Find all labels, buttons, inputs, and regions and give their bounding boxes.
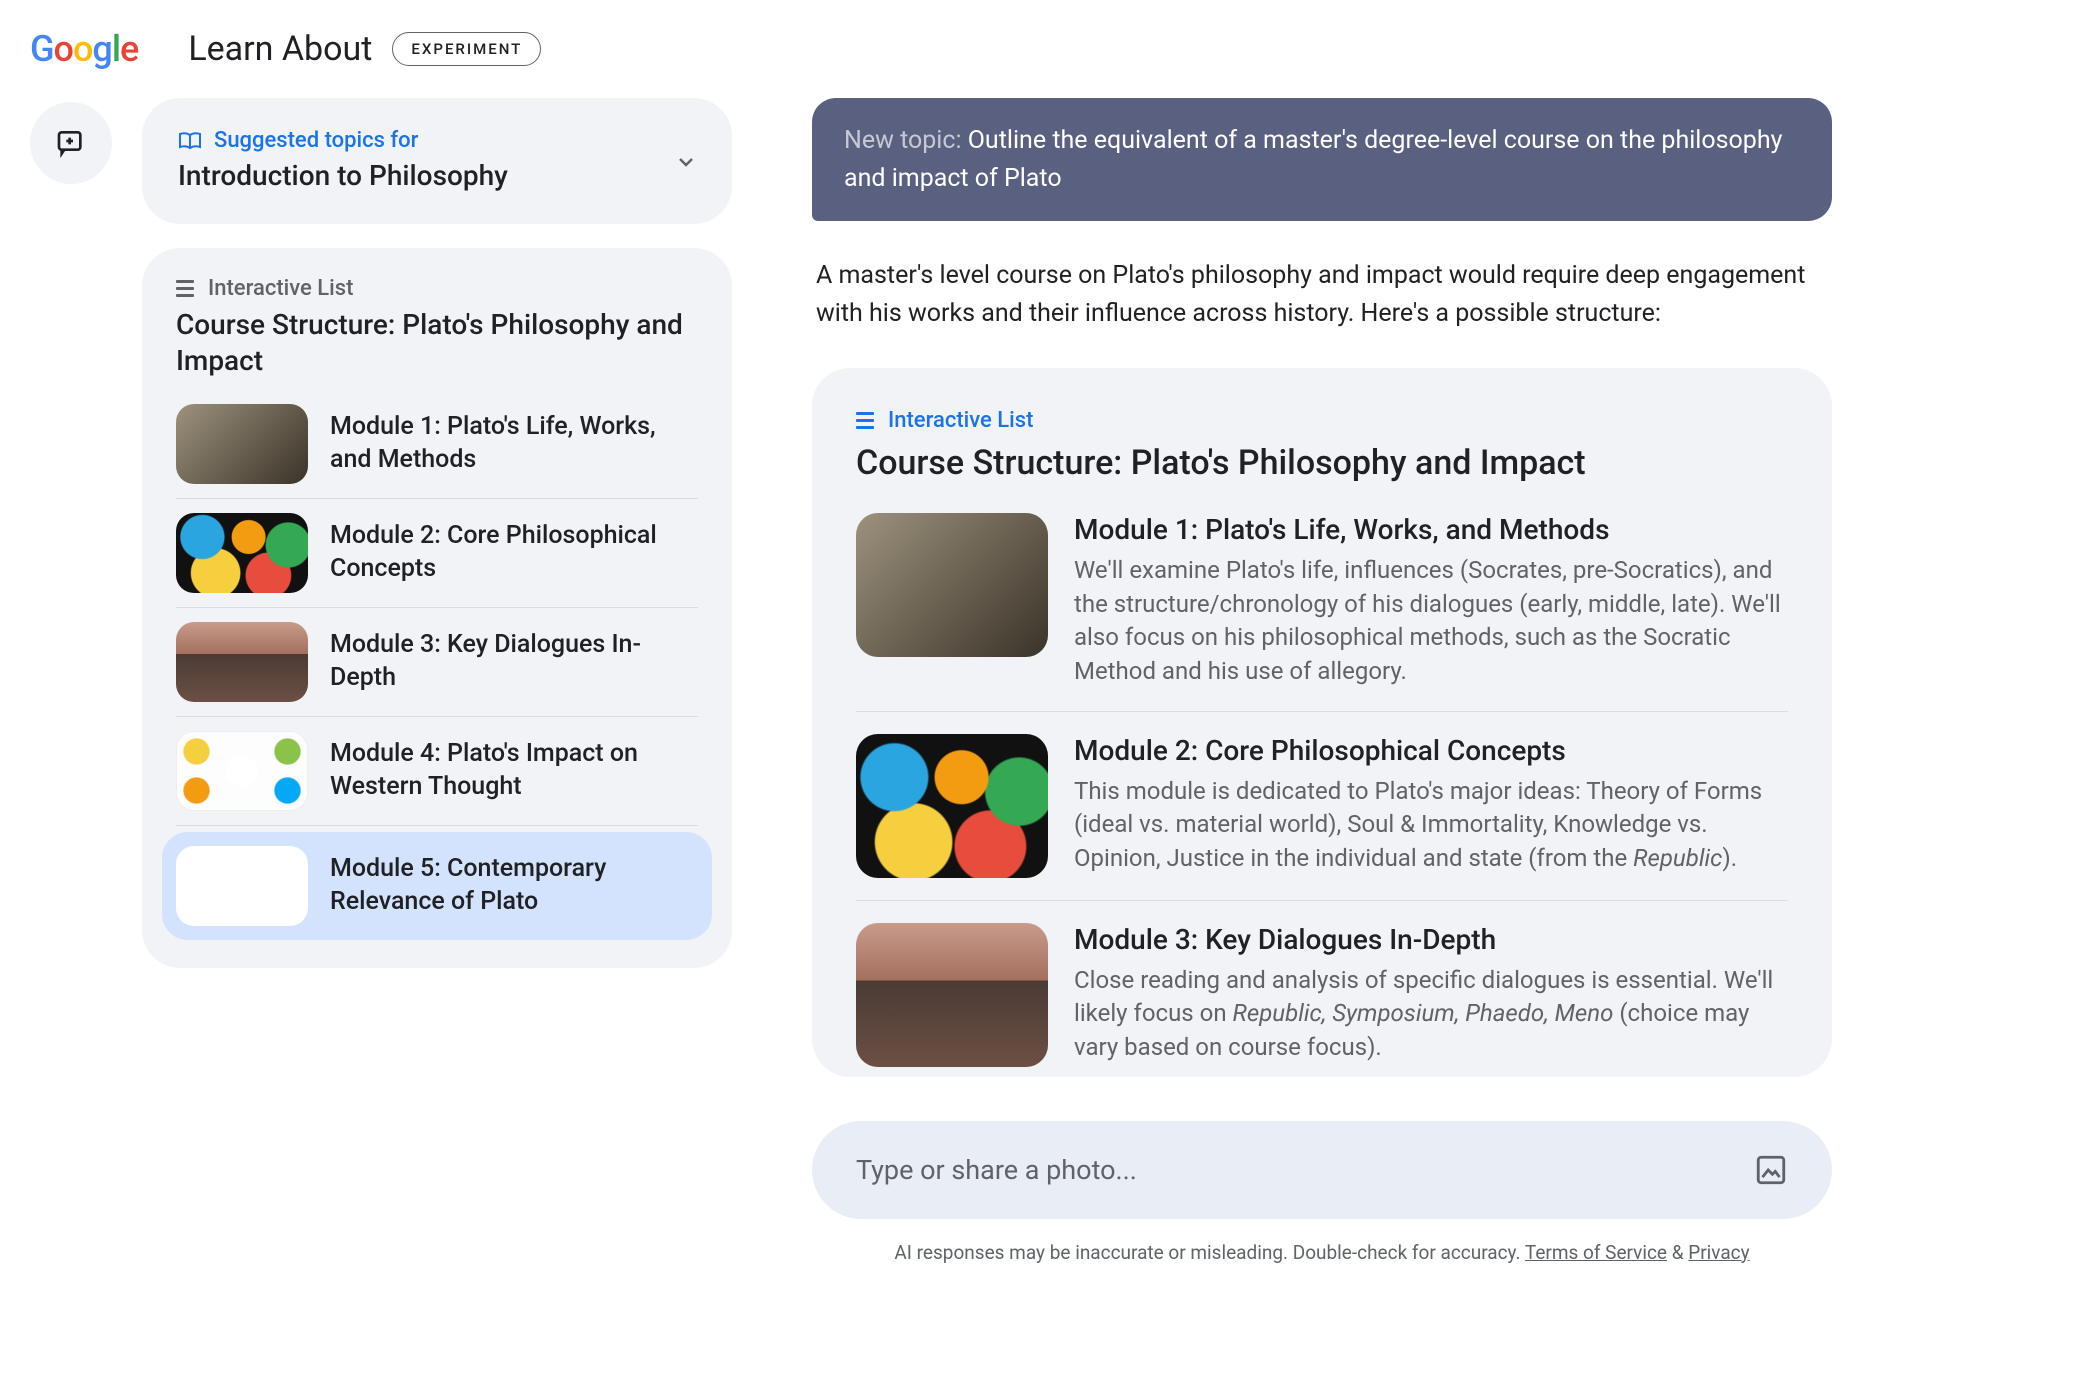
main-item-title: Module 2: Core Philosophical Concepts xyxy=(1074,734,1788,767)
main-item-module-2[interactable]: Module 2: Core Philosophical Concepts Th… xyxy=(856,712,1788,901)
interactive-list-label: Interactive List xyxy=(856,408,1788,433)
suggested-label: Suggested topics for xyxy=(178,128,508,153)
image-upload-icon[interactable] xyxy=(1754,1153,1788,1187)
chat-input[interactable]: Type or share a photo... xyxy=(812,1121,1832,1219)
new-chat-button[interactable] xyxy=(30,102,112,184)
main-item-module-3[interactable]: Module 3: Key Dialogues In-Depth Close r… xyxy=(856,901,1788,1067)
new-chat-icon xyxy=(55,127,87,159)
terms-link[interactable]: Terms of Service xyxy=(1525,1241,1667,1264)
list-icon xyxy=(176,280,194,297)
book-icon xyxy=(178,131,202,151)
module-thumbnail xyxy=(176,404,308,484)
sidebar-item-module-4[interactable]: Module 4: Plato's Impact on Western Thou… xyxy=(176,717,698,826)
main-item-title: Module 3: Key Dialogues In-Depth xyxy=(1074,923,1788,956)
main-item-title: Module 1: Plato's Life, Works, and Metho… xyxy=(1074,513,1788,546)
chevron-down-icon[interactable] xyxy=(674,128,698,181)
main-item-module-1[interactable]: Module 1: Plato's Life, Works, and Metho… xyxy=(856,513,1788,711)
topic-prefix: New topic: xyxy=(844,126,962,155)
main-list-title: Course Structure: Plato's Philosophy and… xyxy=(856,441,1788,485)
module-thumbnail xyxy=(856,923,1048,1067)
suggested-course-title: Introduction to Philosophy xyxy=(178,159,508,192)
privacy-link[interactable]: Privacy xyxy=(1688,1241,1749,1264)
sidebar-list-title: Course Structure: Plato's Philosophy and… xyxy=(176,307,698,380)
experiment-badge: EXPERIMENT xyxy=(392,32,541,66)
header: Google Learn About EXPERIMENT xyxy=(0,0,2100,98)
sidebar-item-label: Module 4: Plato's Impact on Western Thou… xyxy=(330,738,698,803)
sidebar-item-module-5[interactable]: Module 5: Contemporary Relevance of Plat… xyxy=(162,832,712,940)
google-logo: Google xyxy=(30,28,138,70)
interactive-list-label-text: Interactive List xyxy=(888,408,1033,433)
interactive-list-label: Interactive List xyxy=(176,276,698,301)
sidebar-item-label: Module 3: Key Dialogues In-Depth xyxy=(330,629,698,694)
topic-text: Outline the equivalent of a master's deg… xyxy=(844,126,1782,193)
module-thumbnail xyxy=(856,513,1048,657)
main-item-desc: Close reading and analysis of specific d… xyxy=(1074,964,1788,1065)
module-thumbnail xyxy=(176,513,308,593)
main-item-desc: This module is dedicated to Plato's majo… xyxy=(1074,775,1788,876)
sidebar-item-module-2[interactable]: Module 2: Core Philosophical Concepts xyxy=(176,499,698,608)
interactive-list-label-text: Interactive List xyxy=(208,276,353,301)
module-thumbnail xyxy=(176,846,308,926)
app-title: Learn About xyxy=(188,29,372,69)
sidebar-item-label: Module 5: Contemporary Relevance of Plat… xyxy=(330,853,698,918)
module-thumbnail xyxy=(856,734,1048,878)
user-topic-bubble: New topic: Outline the equivalent of a m… xyxy=(812,98,1832,221)
suggested-label-text: Suggested topics for xyxy=(214,128,418,153)
disclaimer: AI responses may be inaccurate or mislea… xyxy=(812,1241,1832,1264)
sidebar-item-label: Module 2: Core Philosophical Concepts xyxy=(330,520,698,585)
module-thumbnail xyxy=(176,622,308,702)
sidebar-item-label: Module 1: Plato's Life, Works, and Metho… xyxy=(330,411,698,476)
response-intro: A master's level course on Plato's philo… xyxy=(816,257,1828,332)
input-placeholder: Type or share a photo... xyxy=(856,1154,1137,1186)
list-icon xyxy=(856,412,874,429)
sidebar-interactive-list-card: Interactive List Course Structure: Plato… xyxy=(142,248,732,968)
suggested-topics-card[interactable]: Suggested topics for Introduction to Phi… xyxy=(142,98,732,224)
disclaimer-text: AI responses may be inaccurate or mislea… xyxy=(894,1241,1525,1264)
module-thumbnail xyxy=(176,731,308,811)
main-interactive-list-card: Interactive List Course Structure: Plato… xyxy=(812,368,1832,1077)
main-item-desc: We'll examine Plato's life, influences (… xyxy=(1074,554,1788,688)
sidebar-item-module-3[interactable]: Module 3: Key Dialogues In-Depth xyxy=(176,608,698,717)
sidebar-item-module-1[interactable]: Module 1: Plato's Life, Works, and Metho… xyxy=(176,404,698,499)
